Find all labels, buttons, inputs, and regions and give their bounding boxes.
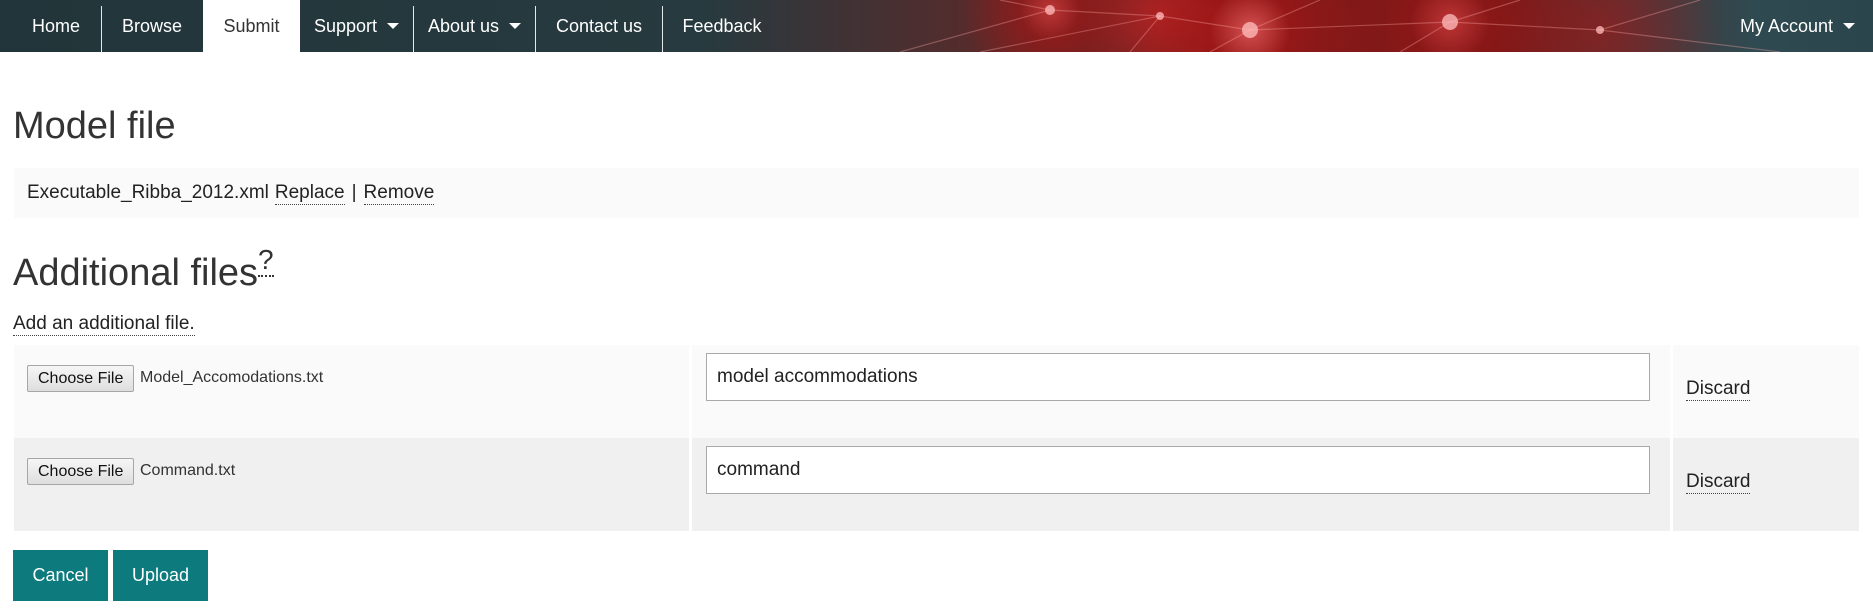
discard-link[interactable]: Discard [1686,471,1751,494]
column-divider [1670,345,1673,438]
model-file-heading: Model file [13,105,176,147]
nav-browse[interactable]: Browse [102,0,202,52]
nav-my-account-label: My Account [1739,15,1834,36]
upload-button[interactable]: Upload [113,550,208,601]
table-row: Choose File Model_Accomodations.txt Disc… [14,345,1859,438]
top-navigation: Home Browse Submit Support About us Cont… [0,0,1873,52]
file-description-input[interactable] [706,446,1650,494]
choose-file-button[interactable]: Choose File [27,458,135,485]
nav-about-us[interactable]: About us [414,0,535,52]
add-additional-file-link[interactable]: Add an additional file. [13,313,195,336]
nav-support[interactable]: Support [300,0,413,52]
chevron-down-icon [387,23,400,29]
additional-files-title: Additional files [13,252,259,294]
nav-submit[interactable]: Submit [203,0,300,52]
model-file-name: Executable_Ribba_2012.xml [27,182,269,203]
additional-files-table: Choose File Model_Accomodations.txt Disc… [14,345,1859,531]
choose-file-button[interactable]: Choose File [27,365,135,392]
help-icon[interactable]: ? [258,244,274,277]
column-divider [689,345,692,438]
nav-feedback[interactable]: Feedback [663,0,781,52]
chevron-down-icon [1843,23,1856,29]
remove-link[interactable]: Remove [363,182,435,205]
selected-file-name: Command.txt [140,462,236,479]
file-description-input[interactable] [706,353,1650,401]
table-row: Choose File Command.txt Discard [14,438,1859,531]
selected-file-name: Model_Accomodations.txt [140,369,324,386]
nav-home[interactable]: Home [18,0,94,52]
nav-support-label: Support [313,15,378,36]
column-divider [689,438,692,531]
replace-link[interactable]: Replace [274,182,345,205]
chevron-down-icon [509,23,522,29]
nav-my-account[interactable]: My Account [1722,0,1873,52]
link-separator: | [351,182,357,203]
column-divider [1670,438,1673,531]
nav-contact-us[interactable]: Contact us [536,0,662,52]
additional-files-heading: Additional files? [13,244,274,295]
discard-link[interactable]: Discard [1686,378,1751,401]
cancel-button[interactable]: Cancel [13,550,108,601]
model-file-row: Executable_Ribba_2012.xml Replace | Remo… [14,168,1859,218]
nav-about-us-label: About us [427,15,500,36]
